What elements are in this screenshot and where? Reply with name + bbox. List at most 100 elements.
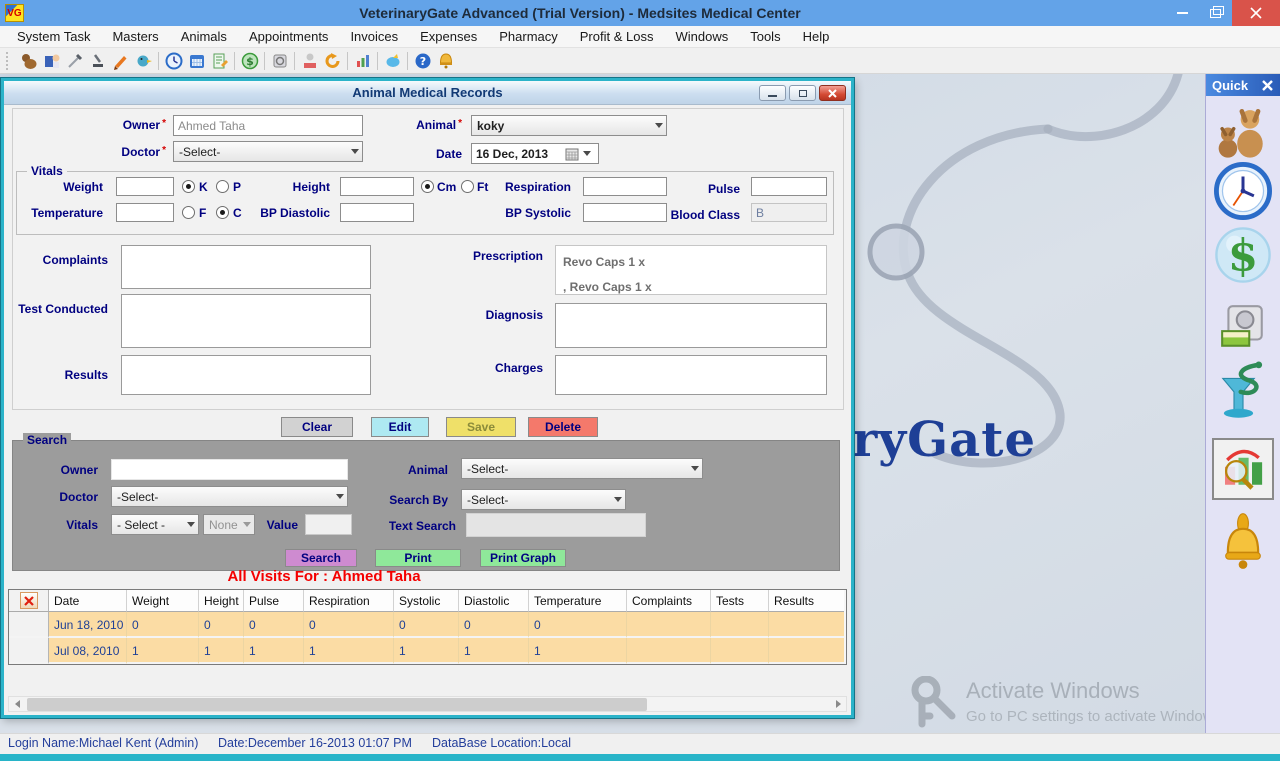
prescription-field[interactable]: Revo Caps 1 x , Revo Caps 1 x: [555, 245, 827, 295]
search-owner-field[interactable]: [111, 459, 348, 480]
menu-tools[interactable]: Tools: [739, 26, 791, 48]
menu-expenses[interactable]: Expenses: [409, 26, 488, 48]
search-by-select[interactable]: -Select-: [461, 489, 626, 510]
height-field[interactable]: [340, 177, 414, 196]
column-header-tests[interactable]: Tests: [711, 590, 769, 612]
invoices-toolbar-icon[interactable]: [208, 49, 231, 72]
print-graph-button[interactable]: Print Graph: [480, 549, 566, 567]
expenses-safe-toolbar-icon[interactable]: [268, 49, 291, 72]
menu-appointments[interactable]: Appointments: [238, 26, 340, 48]
charges-field[interactable]: [555, 355, 827, 395]
prescriptions-toolbar-icon[interactable]: [109, 49, 132, 72]
weight-unit-p-radio[interactable]: [216, 180, 229, 193]
dialog-close-button[interactable]: [819, 85, 846, 101]
quick-pharmacy-icon[interactable]: [1216, 360, 1270, 426]
height-unit-ft-radio[interactable]: [461, 180, 474, 193]
menu-pharmacy[interactable]: Pharmacy: [488, 26, 569, 48]
help-toolbar-icon[interactable]: ?: [411, 49, 434, 72]
reminders-bell-toolbar-icon[interactable]: [434, 49, 457, 72]
doctors-toolbar-icon[interactable]: [40, 49, 63, 72]
quick-medical-records-icon[interactable]: [1212, 438, 1274, 500]
column-header-pulse[interactable]: Pulse: [244, 590, 304, 612]
quick-appointments-clock-icon[interactable]: [1214, 162, 1272, 220]
column-header-complaints[interactable]: Complaints: [627, 590, 711, 612]
search-button[interactable]: Search: [285, 549, 357, 567]
clear-button[interactable]: Clear: [281, 417, 353, 437]
row-selector[interactable]: [9, 638, 49, 664]
pet-records-toolbar-icon[interactable]: [298, 49, 321, 72]
window-restore-button[interactable]: [1199, 0, 1232, 26]
date-picker[interactable]: 16 Dec, 2013: [471, 143, 599, 164]
horizontal-scrollbar[interactable]: [8, 696, 847, 712]
animals-toolbar-icon[interactable]: [17, 49, 40, 72]
owner-field[interactable]: [173, 115, 363, 136]
appointments-clock-toolbar-icon[interactable]: [162, 49, 185, 72]
quick-expenses-safe-icon[interactable]: [1218, 302, 1268, 352]
dialog-titlebar[interactable]: Animal Medical Records: [4, 81, 851, 105]
complaints-field[interactable]: [121, 245, 371, 289]
dialog-minimize-button[interactable]: [759, 85, 786, 101]
temperature-unit-c-radio[interactable]: [216, 206, 229, 219]
scroll-left-button[interactable]: [9, 697, 25, 711]
visit-row[interactable]: Jul 08, 2010 1 1 1 1 1 1 1: [9, 638, 846, 664]
reports-chart-toolbar-icon[interactable]: [351, 49, 374, 72]
edit-button[interactable]: Edit: [371, 417, 429, 437]
row-selector[interactable]: [9, 612, 49, 638]
menu-help[interactable]: Help: [792, 26, 841, 48]
quick-animals-icon[interactable]: [1215, 102, 1271, 160]
calendar-toolbar-icon[interactable]: [185, 49, 208, 72]
save-button[interactable]: Save: [446, 417, 516, 437]
lab-toolbar-icon[interactable]: [86, 49, 109, 72]
search-value-field[interactable]: [305, 514, 352, 535]
test-conducted-field[interactable]: [121, 294, 371, 348]
column-header-weight[interactable]: Weight: [127, 590, 199, 612]
search-vitals-unit-select[interactable]: None: [203, 514, 255, 535]
column-header-diastolic[interactable]: Diastolic: [459, 590, 529, 612]
search-vitals-select[interactable]: - Select -: [111, 514, 199, 535]
quick-reminders-bell-icon[interactable]: [1217, 512, 1269, 576]
search-animal-select[interactable]: -Select-: [461, 458, 703, 479]
temperature-unit-f-radio[interactable]: [182, 206, 195, 219]
delete-button[interactable]: Delete: [528, 417, 598, 437]
menu-system-task[interactable]: System Task: [6, 26, 101, 48]
weight-unit-k-radio[interactable]: [182, 180, 195, 193]
surgery-toolbar-icon[interactable]: [63, 49, 86, 72]
diagnosis-field[interactable]: [555, 303, 827, 348]
delete-column-header[interactable]: [9, 590, 49, 612]
birds-toolbar-icon[interactable]: [132, 49, 155, 72]
quick-payments-dollar-icon[interactable]: $: [1214, 226, 1272, 284]
search-doctor-select[interactable]: -Select-: [111, 486, 348, 507]
column-header-height[interactable]: Height: [199, 590, 244, 612]
temperature-field[interactable]: [116, 203, 174, 222]
height-unit-cm-radio[interactable]: [421, 180, 434, 193]
column-header-results[interactable]: Results: [769, 590, 844, 612]
menu-windows[interactable]: Windows: [664, 26, 739, 48]
results-field[interactable]: [121, 355, 371, 395]
column-header-temperature[interactable]: Temperature: [529, 590, 627, 612]
quick-panel-close-icon[interactable]: [1261, 79, 1274, 92]
column-header-systolic[interactable]: Systolic: [394, 590, 459, 612]
menu-invoices[interactable]: Invoices: [339, 26, 409, 48]
dialog-maximize-button[interactable]: [789, 85, 816, 101]
bp-diastolic-field[interactable]: [340, 203, 414, 222]
menu-animals[interactable]: Animals: [170, 26, 238, 48]
pulse-field[interactable]: [751, 177, 827, 196]
scroll-right-button[interactable]: [830, 697, 846, 711]
weight-field[interactable]: [116, 177, 174, 196]
doctor-select[interactable]: -Select-: [173, 141, 363, 162]
text-search-field[interactable]: [466, 513, 646, 537]
animal-select[interactable]: koky: [471, 115, 667, 136]
print-button[interactable]: Print: [375, 549, 461, 567]
visit-row[interactable]: Jun 18, 2010 0 0 0 0 0 0 0: [9, 612, 846, 638]
window-minimize-button[interactable]: [1166, 0, 1199, 26]
respiration-field[interactable]: [583, 177, 667, 196]
window-close-button[interactable]: [1232, 0, 1280, 26]
bp-systolic-field[interactable]: [583, 203, 667, 222]
menu-masters[interactable]: Masters: [101, 26, 169, 48]
menu-profit-loss[interactable]: Profit & Loss: [569, 26, 665, 48]
messages-bird-toolbar-icon[interactable]: [381, 49, 404, 72]
scrollbar-thumb[interactable]: [27, 698, 647, 711]
payments-dollar-toolbar-icon[interactable]: $: [238, 49, 261, 72]
column-header-respiration[interactable]: Respiration: [304, 590, 394, 612]
column-header-date[interactable]: Date: [49, 590, 127, 612]
